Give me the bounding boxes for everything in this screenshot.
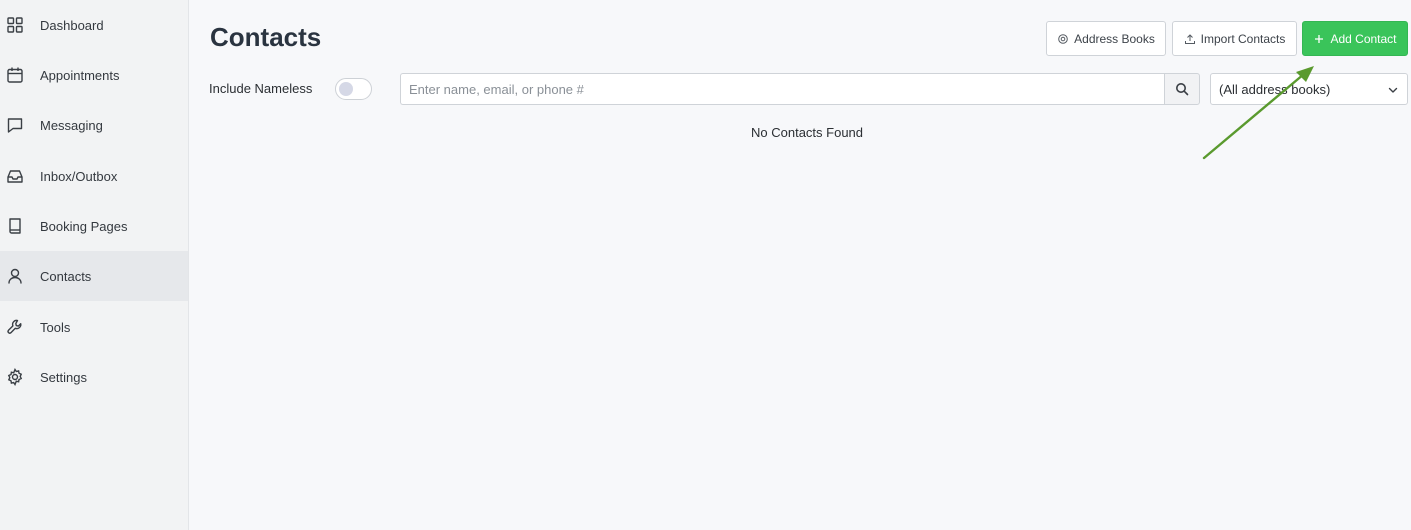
sidebar-item-label: Tools [40, 319, 71, 335]
gear-icon [6, 368, 24, 386]
book-icon [6, 217, 24, 235]
main-content: Contacts Address Books Import Contacts A… [189, 0, 1411, 530]
include-nameless-label: Include Nameless [209, 81, 313, 96]
add-contact-label: Add Contact [1330, 31, 1397, 46]
import-contacts-button[interactable]: Import Contacts [1172, 21, 1297, 56]
address-books-label: Address Books [1074, 31, 1155, 46]
sidebar-item-label: Inbox/Outbox [40, 168, 118, 184]
address-books-button[interactable]: Address Books [1046, 21, 1166, 56]
add-contact-button[interactable]: Add Contact [1302, 21, 1408, 56]
search-input[interactable] [400, 73, 1165, 105]
sidebar-item-label: Contacts [40, 268, 92, 284]
plus-icon [1313, 33, 1325, 45]
gear-icon [1057, 33, 1069, 45]
sidebar-item-tools[interactable]: Tools [0, 302, 188, 352]
address-book-select-value: (All address books) [1219, 81, 1331, 97]
include-nameless-toggle[interactable] [335, 78, 372, 100]
upload-icon [1184, 33, 1196, 45]
sidebar-item-inbox-outbox[interactable]: Inbox/Outbox [0, 151, 188, 201]
calendar-icon [6, 66, 24, 84]
page-title: Contacts [210, 22, 322, 52]
sidebar-item-dashboard[interactable]: Dashboard [0, 0, 188, 50]
sidebar-item-contacts[interactable]: Contacts [0, 251, 188, 301]
sidebar: Dashboard Appointments Messaging Inbox/O… [0, 0, 189, 530]
person-icon [6, 267, 24, 285]
sidebar-item-label: Appointments [40, 67, 120, 83]
sidebar-item-settings[interactable]: Settings [0, 352, 188, 402]
toggle-knob [339, 82, 353, 96]
sidebar-item-label: Booking Pages [40, 218, 128, 234]
sidebar-item-label: Messaging [40, 117, 103, 133]
chevron-down-icon [1387, 84, 1399, 96]
chat-icon [6, 116, 24, 134]
sidebar-item-label: Settings [40, 369, 87, 385]
inbox-icon [6, 167, 24, 185]
sidebar-item-appointments[interactable]: Appointments [0, 50, 188, 100]
sidebar-item-messaging[interactable]: Messaging [0, 100, 188, 150]
search-icon [1175, 82, 1189, 96]
sidebar-item-label: Dashboard [40, 17, 104, 33]
grid-icon [6, 16, 24, 34]
empty-state-message: No Contacts Found [751, 125, 864, 140]
address-book-select[interactable]: (All address books) [1210, 73, 1408, 105]
sidebar-item-booking-pages[interactable]: Booking Pages [0, 201, 188, 251]
wrench-icon [6, 318, 24, 336]
search-button[interactable] [1164, 73, 1200, 105]
import-contacts-label: Import Contacts [1200, 31, 1286, 46]
